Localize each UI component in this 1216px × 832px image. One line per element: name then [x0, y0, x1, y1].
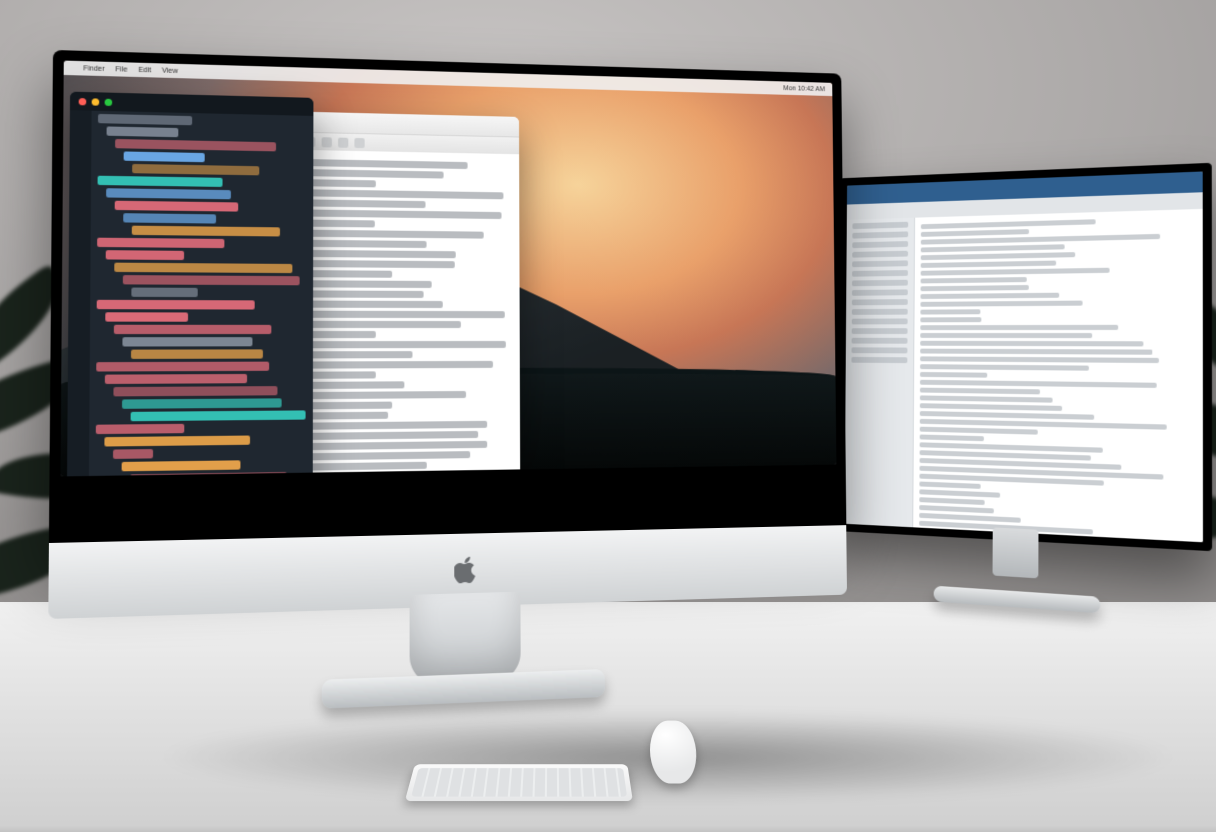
code-editor-window[interactable] [67, 92, 314, 477]
menubar-item[interactable]: File [115, 66, 127, 74]
menubar-app-name[interactable]: Finder [83, 65, 104, 73]
menubar-item[interactable]: Edit [138, 66, 151, 74]
secondary-list[interactable] [913, 209, 1203, 542]
menubar-clock[interactable]: Mon 10:42 AM [783, 85, 825, 93]
window-controls[interactable] [274, 117, 306, 125]
editor-body[interactable] [67, 110, 314, 476]
document-sidebar[interactable] [265, 149, 294, 476]
document-body[interactable] [293, 150, 520, 477]
photo-scene: Finder File Edit View Mon 10:42 AM [0, 0, 1216, 832]
secondary-monitor [836, 163, 1212, 615]
window-controls[interactable] [79, 98, 113, 106]
document-window[interactable] [265, 111, 521, 477]
apple-logo-icon [454, 557, 476, 584]
menubar-item[interactable]: View [162, 67, 178, 75]
secondary-sidebar[interactable] [845, 218, 916, 528]
wireless-keyboard [405, 764, 633, 801]
imac: Finder File Edit View Mon 10:42 AM [47, 50, 848, 720]
secondary-app-window[interactable] [845, 171, 1203, 542]
editor-titlebar[interactable] [70, 92, 314, 116]
editor-gutter [67, 110, 92, 476]
